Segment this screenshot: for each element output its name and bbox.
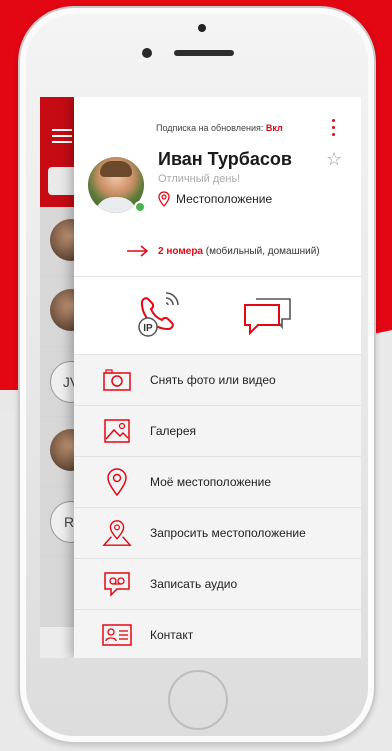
camera-icon xyxy=(102,365,132,395)
ip-call-button[interactable]: IP xyxy=(132,287,188,343)
menu-item-my-location[interactable]: Моё местоположение xyxy=(74,457,361,508)
menu-item-label: Запросить местоположение xyxy=(150,526,306,540)
subscription-value: Вкл xyxy=(265,123,283,133)
more-options-icon[interactable] xyxy=(332,119,336,137)
arrow-right-icon xyxy=(127,245,149,257)
hamburger-menu-icon[interactable] xyxy=(52,129,72,143)
front-sensor xyxy=(198,24,206,32)
menu-item-camera[interactable]: Снять фото или видео xyxy=(74,355,361,406)
menu-item-gallery[interactable]: Галерея xyxy=(74,406,361,457)
menu-item-label: Снять фото или видео xyxy=(150,373,276,387)
location-pin-icon xyxy=(158,191,170,207)
numbers-count: 2 номера xyxy=(158,245,203,257)
gallery-icon xyxy=(102,416,132,446)
front-camera xyxy=(142,48,152,58)
location-link[interactable]: Местоположение xyxy=(158,191,272,207)
ip-badge: IP xyxy=(143,323,153,334)
online-indicator xyxy=(134,201,146,213)
earpiece-speaker xyxy=(174,50,234,56)
menu-item-label: Контакт xyxy=(150,628,194,642)
subscription-label: Подписка на обновления: xyxy=(156,123,264,133)
menu-item-label: Записать аудио xyxy=(150,577,238,591)
request-location-icon xyxy=(102,518,132,548)
home-button[interactable] xyxy=(168,670,228,730)
subscription-status[interactable]: Подписка на обновления: Вкл xyxy=(156,123,283,133)
audio-record-icon xyxy=(102,569,132,599)
phone-screen: JV RI Подписка на обновления: Вкл Иван Т… xyxy=(40,97,361,658)
menu-item-contact[interactable]: Контакт xyxy=(74,610,361,658)
profile-card: Подписка на обновления: Вкл Иван Турбасо… xyxy=(74,97,361,277)
contact-status: Отличный день! xyxy=(158,173,241,185)
actions-menu: Снять фото или видео Галерея Моё местопо… xyxy=(74,355,361,658)
location-pin-icon xyxy=(102,467,132,497)
star-icon[interactable]: ☆ xyxy=(326,149,342,170)
phone-numbers-link[interactable]: 2 номера (мобильный, домашний) xyxy=(126,245,320,257)
menu-item-label: Моё местоположение xyxy=(150,475,272,489)
contact-card-icon xyxy=(102,620,132,650)
contact-drawer: Подписка на обновления: Вкл Иван Турбасо… xyxy=(74,97,361,658)
numbers-types: (мобильный, домашний) xyxy=(205,245,320,257)
location-label: Местоположение xyxy=(176,192,273,206)
chat-button[interactable] xyxy=(242,295,294,335)
action-bar: IP xyxy=(74,277,361,355)
menu-item-label: Галерея xyxy=(150,424,197,438)
menu-item-request-location[interactable]: Запросить местоположение xyxy=(74,508,361,559)
menu-item-record-audio[interactable]: Записать аудио xyxy=(74,559,361,610)
contact-name: Иван Турбасов xyxy=(158,149,292,169)
